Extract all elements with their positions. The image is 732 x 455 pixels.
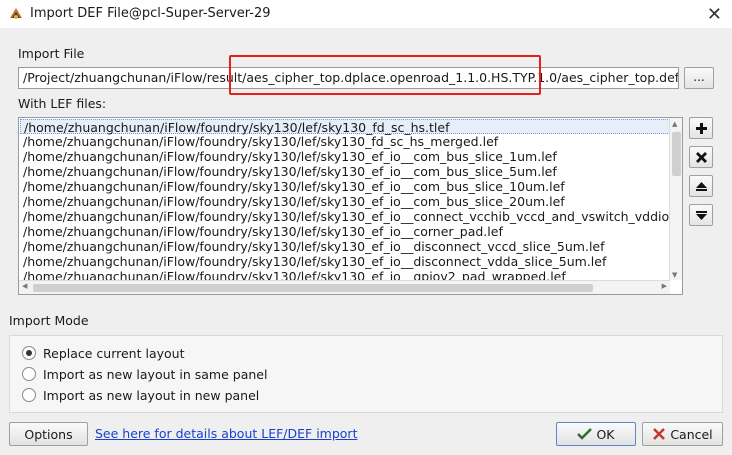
browse-button[interactable]: ... (684, 67, 714, 89)
scroll-left-arrow-icon[interactable]: ◀ (22, 282, 27, 290)
radio-new-layout-new-panel[interactable]: Import as new layout in new panel (22, 386, 259, 404)
lef-file-row[interactable]: /home/zhuangchunan/iFlow/foundry/sky130/… (20, 224, 670, 239)
arrow-up-icon (696, 182, 707, 191)
radio-label: Replace current layout (43, 345, 185, 361)
radio-button[interactable] (22, 388, 36, 402)
delete-x-icon (696, 152, 707, 163)
cancel-x-icon (653, 428, 666, 440)
lef-rows: /home/zhuangchunan/iFlow/foundry/sky130/… (20, 119, 670, 280)
import-file-label: Import File (18, 46, 85, 61)
plus-icon (696, 123, 707, 134)
scroll-right-arrow-icon[interactable]: ▶ (662, 282, 667, 290)
import-mode-label: Import Mode (9, 313, 89, 328)
lef-file-row[interactable]: /home/zhuangchunan/iFlow/foundry/sky130/… (20, 149, 670, 164)
lef-file-row[interactable]: /home/zhuangchunan/iFlow/foundry/sky130/… (20, 254, 670, 269)
help-link[interactable]: See here for details about LEF/DEF impor… (95, 426, 357, 441)
app-logo-icon (10, 8, 22, 19)
radio-label: Import as new layout in new panel (43, 387, 260, 403)
lef-files-label: With LEF files: (18, 96, 107, 111)
lef-file-row[interactable]: /home/zhuangchunan/iFlow/foundry/sky130/… (20, 209, 670, 224)
move-up-button[interactable] (689, 175, 713, 197)
ok-button[interactable]: OK (556, 422, 636, 446)
checkmark-icon (577, 428, 593, 440)
lef-file-row[interactable]: /home/zhuangchunan/iFlow/foundry/sky130/… (20, 134, 670, 149)
remove-lef-button[interactable] (689, 146, 713, 168)
vertical-scroll-thumb[interactable] (672, 132, 681, 176)
radio-new-layout-same-panel[interactable]: Import as new layout in same panel (22, 365, 267, 383)
window-titlebar: Import DEF File@pcl-Super-Server-29 ✕ (0, 0, 732, 28)
import-file-input[interactable]: /Project/zhuangchunan/iFlow/result/aes_c… (18, 67, 679, 89)
lef-file-row[interactable]: /home/zhuangchunan/iFlow/foundry/sky130/… (20, 119, 670, 135)
arrow-down-icon (696, 211, 707, 220)
radio-button[interactable] (22, 346, 36, 360)
cancel-button[interactable]: Cancel (642, 422, 723, 446)
options-button[interactable]: Options (9, 422, 88, 446)
window-title: Import DEF File@pcl-Super-Server-29 (30, 6, 271, 21)
move-down-button[interactable] (689, 204, 713, 226)
lef-file-row[interactable]: /home/zhuangchunan/iFlow/foundry/sky130/… (20, 164, 670, 179)
add-lef-button[interactable] (689, 117, 713, 139)
radio-replace-current-layout[interactable]: Replace current layout (22, 344, 185, 362)
lef-file-row[interactable]: /home/zhuangchunan/iFlow/foundry/sky130/… (20, 179, 670, 194)
close-icon[interactable]: ✕ (707, 4, 722, 25)
lef-file-list[interactable]: /home/zhuangchunan/iFlow/foundry/sky130/… (18, 117, 683, 295)
radio-label: Import as new layout in same panel (43, 366, 268, 382)
ok-label: OK (596, 426, 615, 442)
vertical-scrollbar[interactable]: ▲ ▼ (669, 118, 682, 280)
radio-button[interactable] (22, 367, 36, 381)
horizontal-scroll-thumb[interactable] (33, 284, 593, 292)
scroll-down-arrow-icon[interactable]: ▼ (672, 271, 677, 279)
lef-file-row[interactable]: /home/zhuangchunan/iFlow/foundry/sky130/… (20, 194, 670, 209)
scroll-up-arrow-icon[interactable]: ▲ (672, 120, 677, 128)
horizontal-scrollbar[interactable]: ◀ ▶ (19, 280, 670, 294)
cancel-label: Cancel (670, 426, 713, 442)
lef-file-row[interactable]: /home/zhuangchunan/iFlow/foundry/sky130/… (20, 269, 670, 280)
lef-file-row[interactable]: /home/zhuangchunan/iFlow/foundry/sky130/… (20, 239, 670, 254)
import-mode-group: Replace current layout Import as new lay… (9, 335, 723, 413)
